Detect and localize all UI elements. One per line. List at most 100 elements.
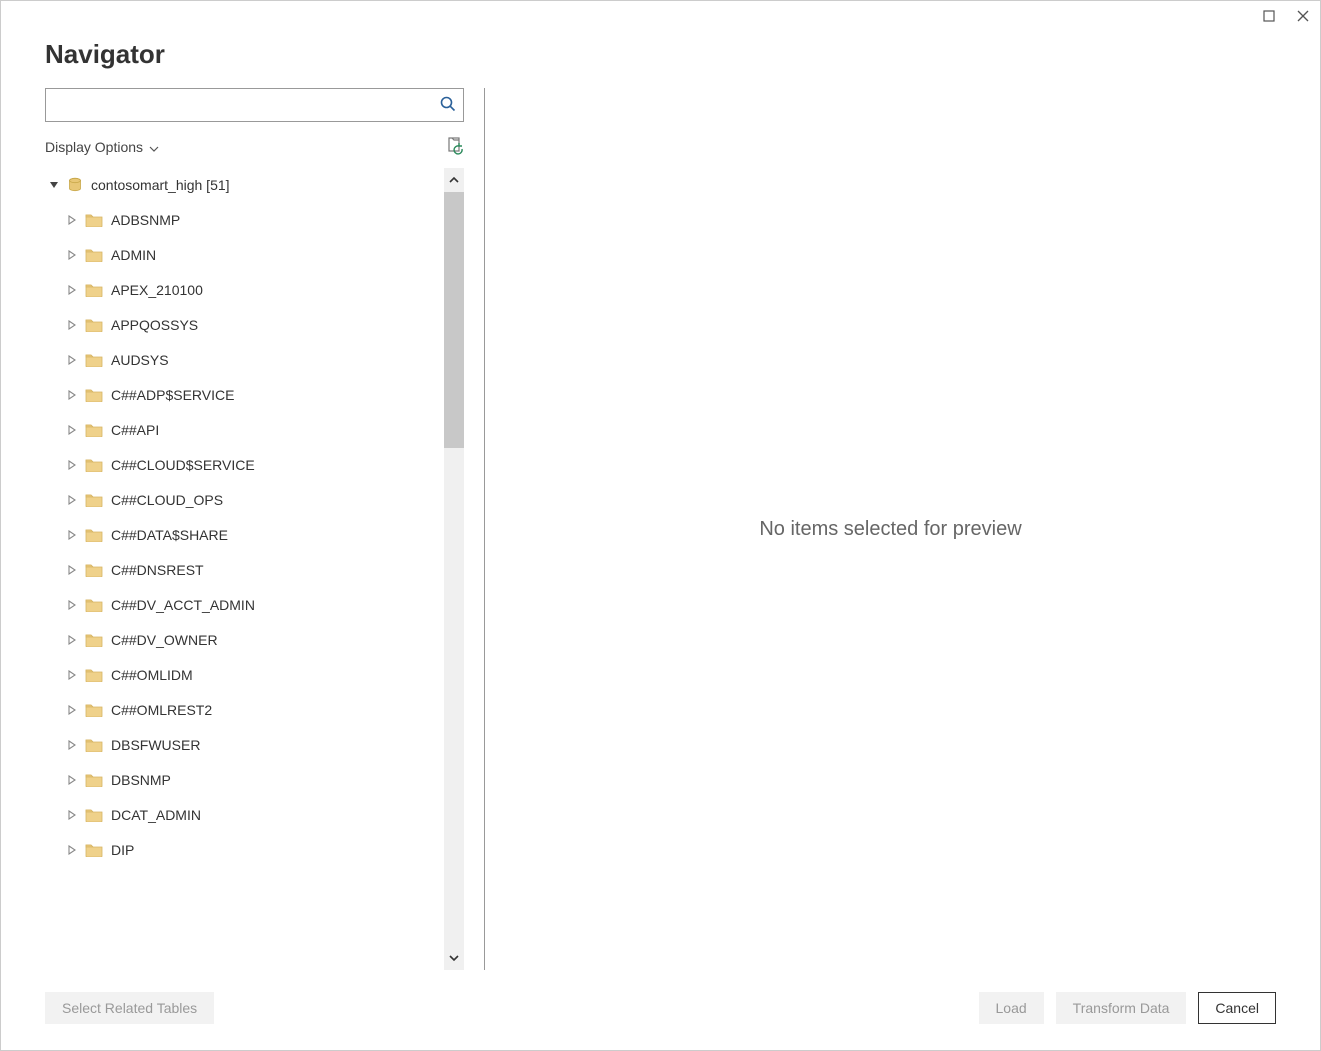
chevron-down-icon xyxy=(149,139,159,155)
expand-icon[interactable] xyxy=(67,530,77,540)
expand-icon[interactable] xyxy=(67,670,77,680)
scroll-down-icon[interactable] xyxy=(444,946,464,970)
folder-icon xyxy=(85,843,103,857)
tree-item[interactable]: AUDSYS xyxy=(45,342,440,377)
display-options-label: Display Options xyxy=(45,139,143,155)
folder-icon xyxy=(85,633,103,647)
tree-item[interactable]: C##OMLREST2 xyxy=(45,692,440,727)
scroll-track[interactable] xyxy=(444,192,464,946)
search-icon[interactable] xyxy=(439,95,457,116)
tree-item-label: C##CLOUD$SERVICE xyxy=(111,457,255,473)
folder-icon xyxy=(85,668,103,682)
dialog-footer: Select Related Tables Load Transform Dat… xyxy=(1,970,1320,1050)
scroll-up-icon[interactable] xyxy=(444,168,464,192)
tree-item[interactable]: C##OMLIDM xyxy=(45,657,440,692)
expand-icon[interactable] xyxy=(67,565,77,575)
folder-icon xyxy=(85,773,103,787)
tree-item[interactable]: C##ADP$SERVICE xyxy=(45,377,440,412)
select-related-tables-button[interactable]: Select Related Tables xyxy=(45,992,214,1024)
expand-icon[interactable] xyxy=(67,635,77,645)
close-icon[interactable] xyxy=(1294,7,1312,25)
tree-item-label: C##ADP$SERVICE xyxy=(111,387,234,403)
tree-item[interactable]: C##CLOUD_OPS xyxy=(45,482,440,517)
expand-icon[interactable] xyxy=(67,250,77,260)
navigator-dialog: Navigator Display Options xyxy=(0,0,1321,1051)
tree-item-label: DBSNMP xyxy=(111,772,171,788)
expand-icon[interactable] xyxy=(67,740,77,750)
transform-data-button[interactable]: Transform Data xyxy=(1056,992,1187,1024)
folder-icon xyxy=(85,738,103,752)
tree-item[interactable]: C##CLOUD$SERVICE xyxy=(45,447,440,482)
expand-icon[interactable] xyxy=(67,320,77,330)
tree-item[interactable]: APPQOSSYS xyxy=(45,307,440,342)
tree-item-label: APPQOSSYS xyxy=(111,317,198,333)
tree-item[interactable]: DBSFWUSER xyxy=(45,727,440,762)
display-options-row: Display Options xyxy=(45,132,464,162)
expand-icon[interactable] xyxy=(67,810,77,820)
search-container xyxy=(45,88,464,122)
tree-item-label: C##API xyxy=(111,422,159,438)
tree-item[interactable]: C##DATA$SHARE xyxy=(45,517,440,552)
tree-item-label: ADMIN xyxy=(111,247,156,263)
navigator-left-panel: Display Options xyxy=(45,88,485,970)
folder-icon xyxy=(85,493,103,507)
dialog-title: Navigator xyxy=(45,39,1276,70)
maximize-icon[interactable] xyxy=(1260,7,1278,25)
tree-item-label: DCAT_ADMIN xyxy=(111,807,201,823)
expand-icon[interactable] xyxy=(67,460,77,470)
tree-item[interactable]: C##DV_ACCT_ADMIN xyxy=(45,587,440,622)
tree-item[interactable]: ADMIN xyxy=(45,237,440,272)
folder-icon xyxy=(85,423,103,437)
load-button[interactable]: Load xyxy=(979,992,1044,1024)
tree-item[interactable]: C##DNSREST xyxy=(45,552,440,587)
folder-icon xyxy=(85,808,103,822)
expand-icon[interactable] xyxy=(67,600,77,610)
expand-icon[interactable] xyxy=(67,705,77,715)
expand-icon[interactable] xyxy=(67,285,77,295)
expand-icon[interactable] xyxy=(67,215,77,225)
tree-item[interactable]: DIP xyxy=(45,832,440,867)
dialog-body: Display Options xyxy=(1,88,1320,970)
tree-item-label: ADBSNMP xyxy=(111,212,180,228)
folder-icon xyxy=(85,563,103,577)
preview-panel: No items selected for preview xyxy=(505,88,1276,970)
dialog-header: Navigator xyxy=(1,31,1320,88)
tree-item[interactable]: ADBSNMP xyxy=(45,202,440,237)
tree-item-label: DIP xyxy=(111,842,134,858)
folder-icon xyxy=(85,318,103,332)
tree-item[interactable]: C##DV_OWNER xyxy=(45,622,440,657)
expand-icon[interactable] xyxy=(67,390,77,400)
tree-item-label: C##OMLIDM xyxy=(111,667,193,683)
tree-item-label: AUDSYS xyxy=(111,352,169,368)
tree-item[interactable]: C##API xyxy=(45,412,440,447)
expand-icon[interactable] xyxy=(67,775,77,785)
tree-container: contosomart_high [51] ADBSNMP ADMIN APEX_2… xyxy=(45,168,464,970)
expand-icon[interactable] xyxy=(67,845,77,855)
tree-item[interactable]: APEX_210100 xyxy=(45,272,440,307)
cancel-button[interactable]: Cancel xyxy=(1198,992,1276,1024)
search-input[interactable] xyxy=(54,89,439,121)
titlebar xyxy=(1,1,1320,31)
tree-item-label: C##DNSREST xyxy=(111,562,204,578)
folder-icon xyxy=(85,388,103,402)
tree-item-label: C##DV_ACCT_ADMIN xyxy=(111,597,255,613)
tree-scroll: contosomart_high [51] ADBSNMP ADMIN APEX_2… xyxy=(45,168,464,970)
expand-icon[interactable] xyxy=(67,355,77,365)
scroll-thumb[interactable] xyxy=(444,192,464,448)
tree-item-label: DBSFWUSER xyxy=(111,737,200,753)
tree-item[interactable]: DBSNMP xyxy=(45,762,440,797)
display-options-dropdown[interactable]: Display Options xyxy=(45,139,159,155)
tree-root-item[interactable]: contosomart_high [51] xyxy=(45,168,440,202)
expand-icon[interactable] xyxy=(67,495,77,505)
folder-icon xyxy=(85,213,103,227)
tree-scrollbar[interactable] xyxy=(444,168,464,970)
folder-icon xyxy=(85,353,103,367)
tree-item-label: C##OMLREST2 xyxy=(111,702,212,718)
tree-item[interactable]: DCAT_ADMIN xyxy=(45,797,440,832)
refresh-icon[interactable] xyxy=(446,137,464,158)
folder-icon xyxy=(85,248,103,262)
collapse-icon[interactable] xyxy=(49,180,59,190)
expand-icon[interactable] xyxy=(67,425,77,435)
folder-icon xyxy=(85,458,103,472)
folder-icon xyxy=(85,528,103,542)
